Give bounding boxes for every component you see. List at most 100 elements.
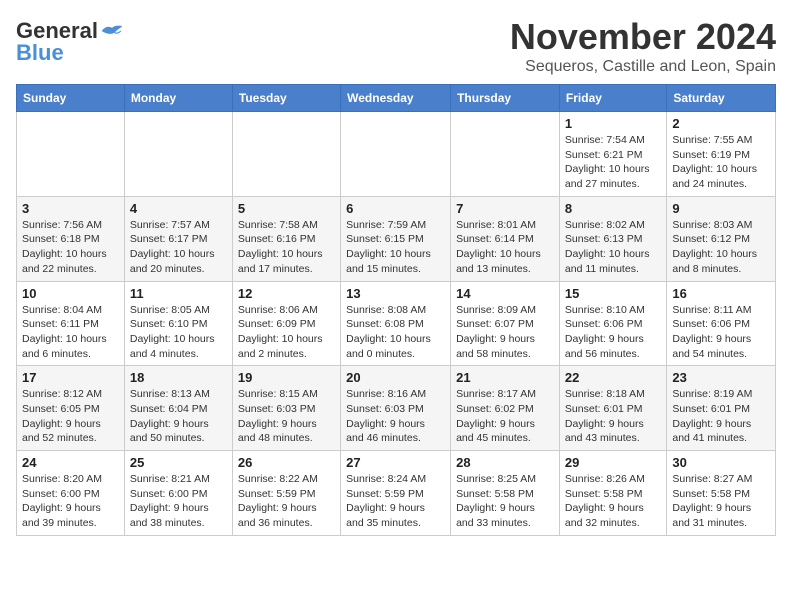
cell-day-number: 7: [456, 201, 554, 216]
cell-day-number: 6: [346, 201, 445, 216]
calendar-week-3: 10 Sunrise: 8:04 AM Sunset: 6:11 PM Dayli…: [17, 281, 776, 366]
day-header-friday: Friday: [559, 85, 666, 112]
logo-blue-text: Blue: [16, 40, 64, 65]
calendar-cell: 15 Sunrise: 8:10 AM Sunset: 6:06 PM Dayli…: [559, 281, 666, 366]
calendar-cell: [232, 112, 340, 197]
calendar-subtitle: Sequeros, Castille and Leon, Spain: [510, 58, 776, 76]
cell-info-text: Sunrise: 8:08 AM Sunset: 6:08 PM Dayligh…: [346, 303, 445, 362]
day-header-wednesday: Wednesday: [341, 85, 451, 112]
cell-day-number: 1: [565, 116, 661, 131]
cell-info-text: Sunrise: 8:22 AM Sunset: 5:59 PM Dayligh…: [238, 472, 335, 531]
cell-day-number: 2: [672, 116, 770, 131]
cell-info-text: Sunrise: 8:11 AM Sunset: 6:06 PM Dayligh…: [672, 303, 770, 362]
cell-day-number: 3: [22, 201, 119, 216]
logo-general-text: General: [16, 20, 98, 42]
calendar-cell: 9Sunrise: 8:03 AM Sunset: 6:12 PM Daylig…: [667, 196, 776, 281]
cell-info-text: Sunrise: 8:15 AM Sunset: 6:03 PM Dayligh…: [238, 387, 335, 446]
cell-info-text: Sunrise: 7:56 AM Sunset: 6:18 PM Dayligh…: [22, 218, 119, 277]
cell-day-number: 21: [456, 370, 554, 385]
cell-day-number: 23: [672, 370, 770, 385]
calendar-table: SundayMondayTuesdayWednesdayThursdayFrid…: [16, 84, 776, 536]
cell-day-number: 26: [238, 455, 335, 470]
calendar-cell: 24Sunrise: 8:20 AM Sunset: 6:00 PM Dayli…: [17, 451, 125, 536]
cell-day-number: 15: [565, 286, 661, 301]
calendar-week-5: 24Sunrise: 8:20 AM Sunset: 6:00 PM Dayli…: [17, 451, 776, 536]
calendar-week-4: 17 Sunrise: 8:12 AM Sunset: 6:05 PM Dayli…: [17, 366, 776, 451]
cell-info-text: Sunrise: 8:12 AM Sunset: 6:05 PM Dayligh…: [22, 387, 119, 446]
cell-day-number: 29: [565, 455, 661, 470]
cell-day-number: 12: [238, 286, 335, 301]
cell-day-number: 24: [22, 455, 119, 470]
cell-info-text: Sunrise: 8:03 AM Sunset: 6:12 PM Dayligh…: [672, 218, 770, 277]
calendar-cell: 17 Sunrise: 8:12 AM Sunset: 6:05 PM Dayli…: [17, 366, 125, 451]
day-header-sunday: Sunday: [17, 85, 125, 112]
cell-day-number: 5: [238, 201, 335, 216]
calendar-cell: 20Sunrise: 8:16 AM Sunset: 6:03 PM Dayli…: [341, 366, 451, 451]
calendar-cell: 19Sunrise: 8:15 AM Sunset: 6:03 PM Dayli…: [232, 366, 340, 451]
calendar-cell: 22 Sunrise: 8:18 AM Sunset: 6:01 PM Dayli…: [559, 366, 666, 451]
cell-info-text: Sunrise: 8:13 AM Sunset: 6:04 PM Dayligh…: [130, 387, 227, 446]
cell-day-number: 30: [672, 455, 770, 470]
cell-info-text: Sunrise: 8:06 AM Sunset: 6:09 PM Dayligh…: [238, 303, 335, 362]
cell-info-text: Sunrise: 7:55 AM Sunset: 6:19 PM Dayligh…: [672, 133, 770, 192]
cell-info-text: Sunrise: 8:17 AM Sunset: 6:02 PM Dayligh…: [456, 387, 554, 446]
calendar-cell: 29 Sunrise: 8:26 AM Sunset: 5:58 PM Dayli…: [559, 451, 666, 536]
calendar-cell: 1 Sunrise: 7:54 AM Sunset: 6:21 PM Daylig…: [559, 112, 666, 197]
cell-info-text: Sunrise: 8:25 AM Sunset: 5:58 PM Dayligh…: [456, 472, 554, 531]
cell-info-text: Sunrise: 7:59 AM Sunset: 6:15 PM Dayligh…: [346, 218, 445, 277]
logo-bird-icon: [100, 23, 124, 39]
day-header-thursday: Thursday: [451, 85, 560, 112]
cell-day-number: 16: [672, 286, 770, 301]
cell-info-text: Sunrise: 8:19 AM Sunset: 6:01 PM Dayligh…: [672, 387, 770, 446]
cell-info-text: Sunrise: 7:58 AM Sunset: 6:16 PM Dayligh…: [238, 218, 335, 277]
cell-info-text: Sunrise: 8:16 AM Sunset: 6:03 PM Dayligh…: [346, 387, 445, 446]
cell-day-number: 28: [456, 455, 554, 470]
calendar-cell: 26 Sunrise: 8:22 AM Sunset: 5:59 PM Dayli…: [232, 451, 340, 536]
cell-day-number: 11: [130, 286, 227, 301]
calendar-title: November 2024: [510, 16, 776, 58]
cell-info-text: Sunrise: 8:21 AM Sunset: 6:00 PM Dayligh…: [130, 472, 227, 531]
cell-day-number: 13: [346, 286, 445, 301]
calendar-cell: 25 Sunrise: 8:21 AM Sunset: 6:00 PM Dayli…: [124, 451, 232, 536]
cell-info-text: Sunrise: 8:26 AM Sunset: 5:58 PM Dayligh…: [565, 472, 661, 531]
cell-day-number: 25: [130, 455, 227, 470]
calendar-cell: 4Sunrise: 7:57 AM Sunset: 6:17 PM Daylig…: [124, 196, 232, 281]
calendar-cell: 23 Sunrise: 8:19 AM Sunset: 6:01 PM Dayli…: [667, 366, 776, 451]
cell-day-number: 10: [22, 286, 119, 301]
cell-day-number: 27: [346, 455, 445, 470]
header: General Blue November 2024 Sequeros, Cas…: [16, 16, 776, 76]
cell-day-number: 4: [130, 201, 227, 216]
calendar-cell: 3 Sunrise: 7:56 AM Sunset: 6:18 PM Daylig…: [17, 196, 125, 281]
cell-info-text: Sunrise: 8:18 AM Sunset: 6:01 PM Dayligh…: [565, 387, 661, 446]
calendar-cell: 7 Sunrise: 8:01 AM Sunset: 6:14 PM Daylig…: [451, 196, 560, 281]
cell-info-text: Sunrise: 8:10 AM Sunset: 6:06 PM Dayligh…: [565, 303, 661, 362]
calendar-cell: 13 Sunrise: 8:08 AM Sunset: 6:08 PM Dayli…: [341, 281, 451, 366]
calendar-cell: 8Sunrise: 8:02 AM Sunset: 6:13 PM Daylig…: [559, 196, 666, 281]
calendar-cell: 12 Sunrise: 8:06 AM Sunset: 6:09 PM Dayli…: [232, 281, 340, 366]
cell-info-text: Sunrise: 8:01 AM Sunset: 6:14 PM Dayligh…: [456, 218, 554, 277]
cell-info-text: Sunrise: 8:24 AM Sunset: 5:59 PM Dayligh…: [346, 472, 445, 531]
calendar-cell: 27 Sunrise: 8:24 AM Sunset: 5:59 PM Dayli…: [341, 451, 451, 536]
cell-day-number: 22: [565, 370, 661, 385]
cell-info-text: Sunrise: 8:04 AM Sunset: 6:11 PM Dayligh…: [22, 303, 119, 362]
calendar-cell: 16 Sunrise: 8:11 AM Sunset: 6:06 PM Dayli…: [667, 281, 776, 366]
cell-day-number: 8: [565, 201, 661, 216]
cell-day-number: 17: [22, 370, 119, 385]
day-header-saturday: Saturday: [667, 85, 776, 112]
calendar-cell: 2 Sunrise: 7:55 AM Sunset: 6:19 PM Daylig…: [667, 112, 776, 197]
cell-info-text: Sunrise: 7:54 AM Sunset: 6:21 PM Dayligh…: [565, 133, 661, 192]
calendar-header-row: SundayMondayTuesdayWednesdayThursdayFrid…: [17, 85, 776, 112]
calendar-cell: [341, 112, 451, 197]
cell-day-number: 18: [130, 370, 227, 385]
calendar-cell: 5 Sunrise: 7:58 AM Sunset: 6:16 PM Daylig…: [232, 196, 340, 281]
cell-info-text: Sunrise: 8:05 AM Sunset: 6:10 PM Dayligh…: [130, 303, 227, 362]
calendar-cell: 18 Sunrise: 8:13 AM Sunset: 6:04 PM Dayli…: [124, 366, 232, 451]
calendar-week-2: 3 Sunrise: 7:56 AM Sunset: 6:18 PM Daylig…: [17, 196, 776, 281]
calendar-cell: 21 Sunrise: 8:17 AM Sunset: 6:02 PM Dayli…: [451, 366, 560, 451]
calendar-cell: [451, 112, 560, 197]
calendar-cell: 30Sunrise: 8:27 AM Sunset: 5:58 PM Dayli…: [667, 451, 776, 536]
calendar-cell: 6 Sunrise: 7:59 AM Sunset: 6:15 PM Daylig…: [341, 196, 451, 281]
title-area: November 2024 Sequeros, Castille and Leo…: [510, 16, 776, 76]
day-header-monday: Monday: [124, 85, 232, 112]
calendar-cell: [124, 112, 232, 197]
